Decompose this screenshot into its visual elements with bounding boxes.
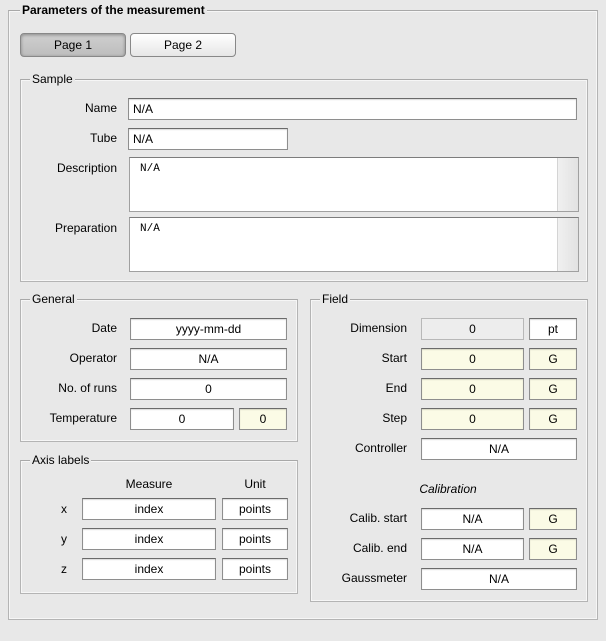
end-label: End: [385, 381, 407, 395]
operator-field[interactable]: N/A: [130, 348, 287, 370]
calib-start-field[interactable]: N/A: [421, 508, 524, 530]
operator-label: Operator: [69, 351, 117, 365]
date-label: Date: [91, 321, 117, 335]
description-textarea[interactable]: N/A: [129, 157, 579, 212]
dimension-field: 0: [421, 318, 524, 340]
tab-page-2[interactable]: Page 2: [130, 33, 236, 57]
sample-group-title: Sample: [30, 72, 75, 86]
temperature-field[interactable]: 0: [130, 408, 234, 430]
calib-end-field[interactable]: N/A: [421, 538, 524, 560]
date-field[interactable]: yyyy-mm-dd: [130, 318, 287, 340]
calib-end-unit-field[interactable]: G: [529, 538, 577, 560]
runs-label: No. of runs: [58, 381, 117, 395]
description-label: Description: [56, 161, 117, 175]
calib-start-unit-field[interactable]: G: [529, 508, 577, 530]
start-label: Start: [381, 351, 407, 365]
axis-x-measure-field[interactable]: index: [82, 498, 216, 520]
dimension-label: Dimension: [350, 321, 407, 335]
calibration-title: Calibration: [419, 482, 477, 496]
general-group-title: General: [30, 292, 77, 306]
step-field[interactable]: 0: [421, 408, 524, 430]
description-text: N/A: [140, 163, 160, 175]
axis-x-label: x: [61, 502, 67, 516]
temperature-unit-field[interactable]: 0: [239, 408, 287, 430]
temperature-label: Temperature: [49, 411, 117, 425]
preparation-textarea[interactable]: N/A: [129, 217, 579, 272]
tube-field[interactable]: N/A: [128, 128, 288, 150]
end-field[interactable]: 0: [421, 378, 524, 400]
axis-x-unit-field[interactable]: points: [222, 498, 288, 520]
axis-z-label: z: [61, 562, 67, 576]
description-scrollbar[interactable]: [557, 158, 578, 211]
axis-z-unit-field[interactable]: points: [222, 558, 288, 580]
name-label: Name: [84, 101, 117, 115]
runs-field[interactable]: 0: [130, 378, 287, 400]
step-unit-field[interactable]: G: [529, 408, 577, 430]
start-field[interactable]: 0: [421, 348, 524, 370]
controller-field[interactable]: N/A: [421, 438, 577, 460]
gaussmeter-field[interactable]: N/A: [421, 568, 577, 590]
calib-start-label: Calib. start: [349, 511, 407, 525]
tube-label: Tube: [90, 131, 117, 145]
controller-label: Controller: [354, 441, 407, 455]
start-unit-field[interactable]: G: [529, 348, 577, 370]
axis-z-measure-field[interactable]: index: [82, 558, 216, 580]
axis-y-label: y: [61, 532, 67, 546]
field-group-title: Field: [320, 292, 351, 306]
panel-title: Parameters of the measurement: [20, 3, 207, 17]
axis-y-unit-field[interactable]: points: [222, 528, 288, 550]
axis-y-measure-field[interactable]: index: [82, 528, 216, 550]
preparation-scrollbar[interactable]: [557, 218, 578, 271]
dimension-unit-field[interactable]: pt: [529, 318, 577, 340]
preparation-text: N/A: [140, 223, 160, 235]
axis-labels-group-title: Axis labels: [30, 453, 92, 467]
tab-page-1[interactable]: Page 1: [20, 33, 126, 57]
step-label: Step: [382, 411, 407, 425]
calib-end-label: Calib. end: [352, 541, 407, 555]
end-unit-field[interactable]: G: [529, 378, 577, 400]
measure-column-header: Measure: [125, 477, 173, 491]
preparation-label: Preparation: [54, 221, 117, 235]
unit-column-header: Unit: [244, 477, 266, 491]
name-field[interactable]: N/A: [128, 98, 577, 120]
gaussmeter-label: Gaussmeter: [341, 571, 407, 585]
